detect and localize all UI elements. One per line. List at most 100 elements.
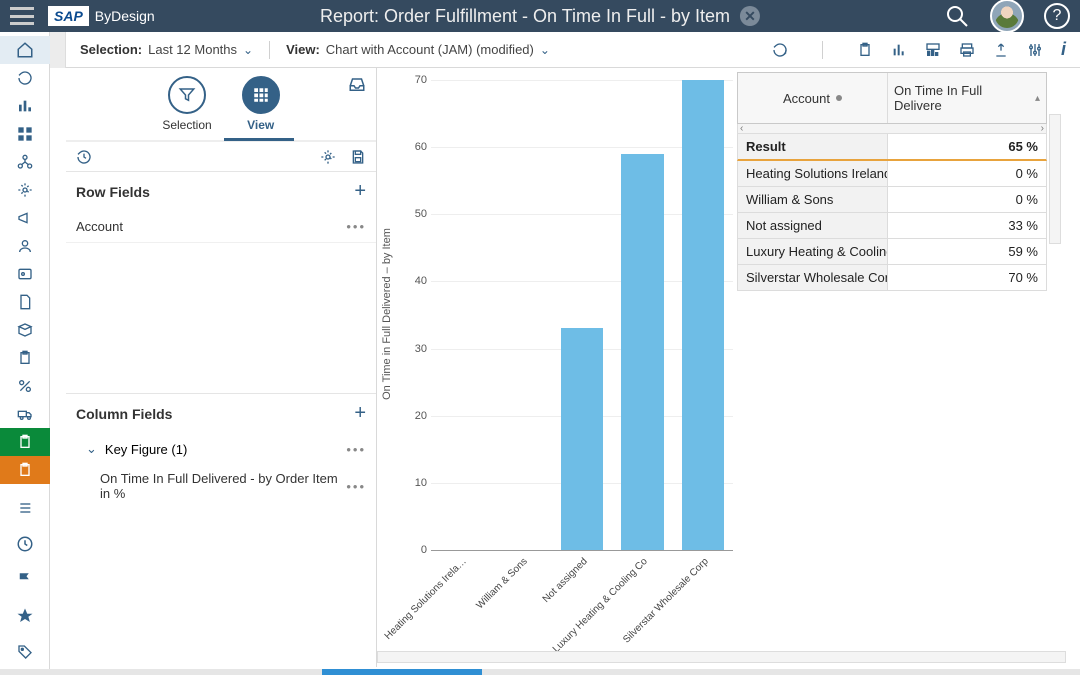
table-cell-name: Heating Solutions Ireland — [738, 161, 888, 186]
table-col-otif[interactable]: On Time In Full Delivere ▴ — [888, 73, 1046, 123]
bar-chart-icon[interactable] — [891, 42, 907, 58]
table-row[interactable]: Result65 % — [737, 134, 1047, 161]
table-cell-value: 0 % — [888, 187, 1046, 212]
toolbar-separator — [269, 41, 270, 59]
rail-truck-icon[interactable] — [0, 400, 50, 428]
rail-box-icon[interactable] — [0, 316, 50, 344]
table-cell-name: Result — [738, 134, 888, 159]
rail-org-icon[interactable] — [0, 148, 50, 176]
rail-orange-clipboard-icon[interactable] — [0, 456, 50, 484]
bar[interactable] — [621, 154, 663, 550]
key-figure-sub-more-icon[interactable]: ••• — [346, 479, 366, 494]
rail-gear-icon[interactable] — [0, 176, 50, 204]
y-tick-label: 70 — [407, 74, 427, 86]
rail-clock-icon[interactable] — [0, 530, 50, 558]
table-cell-value: 65 % — [888, 134, 1046, 159]
rail-list-icon[interactable] — [0, 494, 50, 522]
key-figure-sub-row[interactable]: On Time In Full Delivered - by Order Ite… — [66, 465, 376, 507]
toolbar-actions: i — [772, 39, 1066, 60]
mode-selection-button[interactable]: Selection — [162, 76, 211, 132]
y-tick-label: 0 — [407, 544, 427, 556]
search-icon[interactable] — [944, 3, 970, 29]
menu-button[interactable] — [10, 7, 34, 25]
table-col-account-label: Account — [783, 91, 830, 106]
mode-selection-label: Selection — [162, 118, 211, 132]
grid-icon — [242, 76, 280, 114]
add-row-field-button[interactable]: + — [354, 180, 366, 203]
rail-dashboard-icon[interactable] — [0, 120, 50, 148]
table-cell-value: 0 % — [888, 161, 1046, 186]
cog-icon[interactable] — [320, 149, 336, 165]
print-icon[interactable] — [959, 42, 975, 58]
rail-flag-icon[interactable] — [0, 566, 50, 594]
view-dropdown-icon[interactable]: ⌄ — [540, 43, 550, 57]
table-row[interactable]: William & Sons0 % — [737, 187, 1047, 213]
bar[interactable] — [561, 328, 603, 550]
settings-icon[interactable] — [1027, 42, 1043, 58]
rail-user-icon[interactable] — [0, 232, 50, 260]
y-tick-label: 40 — [407, 275, 427, 287]
rail-home-icon[interactable] — [0, 36, 50, 64]
row-field-account[interactable]: Account ••• — [66, 211, 376, 243]
bar-slot: Luxury Heating & Cooling Co — [612, 80, 672, 550]
report-toolbar: Selection: Last 12 Months ⌄ View: Chart … — [50, 32, 1080, 68]
key-figure-sub-label: On Time In Full Delivered - by Order Ite… — [100, 471, 346, 501]
rail-clipboard-icon[interactable] — [0, 344, 50, 372]
selection-dropdown-icon[interactable]: ⌄ — [243, 43, 253, 57]
bar-slot: Not assigned — [552, 80, 612, 550]
report-title: Report: Order Fulfillment - On Time In F… — [320, 6, 730, 27]
chart-plot: 010203040506070Heating Solutions Irela…W… — [407, 80, 733, 550]
rail-tag-icon[interactable] — [0, 638, 50, 666]
rail-star-icon[interactable] — [0, 602, 50, 630]
bottom-scrollbar[interactable] — [377, 651, 1066, 663]
y-tick-label: 50 — [407, 208, 427, 220]
info-icon[interactable]: i — [1061, 39, 1066, 60]
chart-y-axis-label: On Time in Full Delivered – by Item — [381, 228, 393, 400]
table-vertical-scrollbar[interactable] — [1049, 114, 1061, 244]
row-field-more-icon[interactable]: ••• — [346, 219, 366, 234]
rail-doc-icon[interactable] — [0, 288, 50, 316]
config-actions — [66, 142, 376, 172]
table-col-account[interactable]: Account — [738, 73, 888, 123]
clipboard-icon[interactable] — [857, 42, 873, 58]
key-figure-row[interactable]: ⌄ Key Figure (1) ••• — [66, 433, 376, 465]
table-chart-icon[interactable] — [925, 42, 941, 58]
table-cell-name: Luxury Heating & Cooling Co — [738, 239, 888, 264]
view-value: Chart with Account (JAM) (modified) — [326, 42, 534, 57]
refresh-icon[interactable] — [772, 42, 788, 58]
data-table: Account On Time In Full Delivere ▴ ‹› Re… — [737, 72, 1047, 291]
table-row[interactable]: Not assigned33 % — [737, 213, 1047, 239]
save-icon[interactable] — [350, 149, 366, 165]
table-row[interactable]: Luxury Heating & Cooling Co59 % — [737, 239, 1047, 265]
key-figure-label: Key Figure (1) — [105, 442, 187, 457]
rail-megaphone-icon[interactable] — [0, 204, 50, 232]
mode-view-button[interactable]: View — [242, 76, 280, 132]
selection-label: Selection: — [80, 42, 142, 57]
rail-green-clipboard-icon[interactable] — [0, 428, 50, 456]
brand-bydesign: ByDesign — [95, 8, 155, 24]
close-report-button[interactable]: ✕ — [740, 6, 760, 26]
chevron-down-icon[interactable]: ⌄ — [86, 441, 97, 457]
rail-refresh-icon[interactable] — [0, 64, 50, 92]
add-column-field-button[interactable]: + — [354, 402, 366, 425]
view-label: View: — [286, 42, 320, 57]
rail-chart-icon[interactable] — [0, 92, 50, 120]
table-header: Account On Time In Full Delivere ▴ — [737, 72, 1047, 124]
sort-asc-icon: ▴ — [1035, 93, 1040, 104]
history-icon[interactable] — [76, 149, 92, 165]
rail-card-icon[interactable] — [0, 260, 50, 288]
export-icon[interactable] — [993, 42, 1009, 58]
app-header: SAP ByDesign Report: Order Fulfillment -… — [0, 0, 1080, 32]
footer-bar — [0, 669, 1080, 675]
help-icon[interactable]: ? — [1044, 3, 1070, 29]
table-row[interactable]: Heating Solutions Ireland0 % — [737, 161, 1047, 187]
bar[interactable] — [682, 80, 724, 550]
inbox-icon[interactable] — [348, 76, 366, 94]
column-fields-title: Column Fields — [76, 406, 172, 422]
table-header-scroll[interactable]: ‹› — [737, 124, 1047, 134]
table-row[interactable]: Silverstar Wholesale Corp70 % — [737, 265, 1047, 291]
key-figure-more-icon[interactable]: ••• — [346, 442, 366, 457]
table-cell-name: Not assigned — [738, 213, 888, 238]
rail-percent-icon[interactable] — [0, 372, 50, 400]
user-avatar[interactable] — [990, 0, 1024, 33]
